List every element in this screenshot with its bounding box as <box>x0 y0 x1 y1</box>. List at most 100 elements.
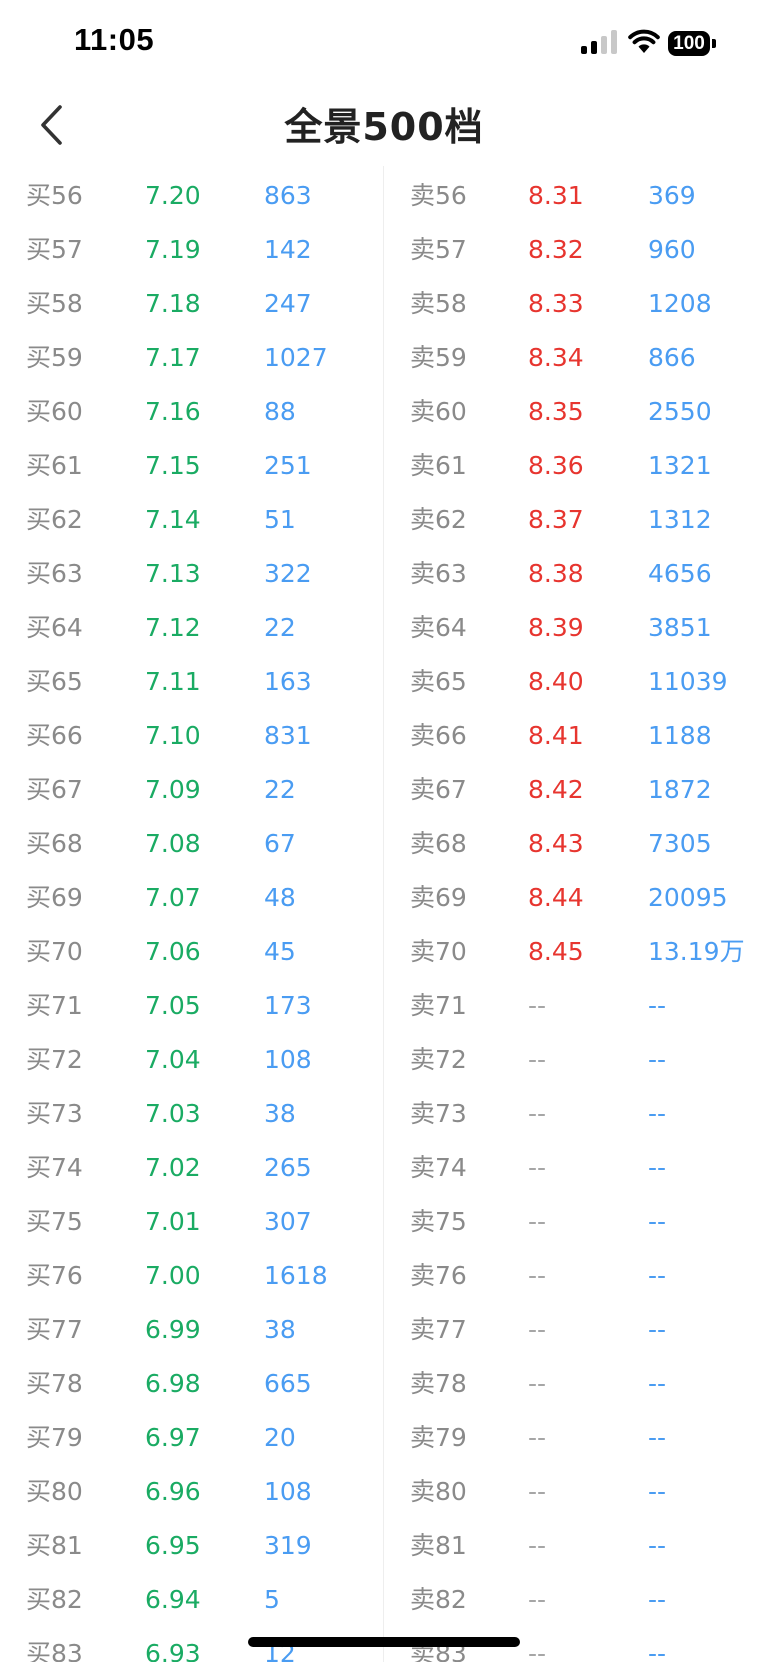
volume-value: 20 <box>264 1423 296 1452</box>
level-label: 买63 <box>26 559 83 588</box>
price-value: -- <box>528 1315 547 1344</box>
level-label: 卖62 <box>410 505 467 534</box>
volume-value: -- <box>648 1315 667 1344</box>
ask-row: 卖69 8.44 20095 <box>384 868 768 922</box>
ask-row: 卖64 8.39 3851 <box>384 598 768 652</box>
level-label: 买70 <box>26 937 83 966</box>
home-indicator[interactable] <box>248 1637 520 1647</box>
bid-row: 买58 7.18 247 <box>0 274 384 328</box>
volume-value: 88 <box>264 397 296 426</box>
price-value: 8.35 <box>528 397 584 426</box>
level-label: 买83 <box>26 1639 83 1662</box>
bid-row: 买57 7.19 142 <box>0 220 384 274</box>
volume-value: 13.19万 <box>648 937 745 966</box>
ask-row: 卖57 8.32 960 <box>384 220 768 274</box>
price-value: 6.93 <box>145 1639 201 1662</box>
volume-value: 142 <box>264 235 312 264</box>
bid-row: 买59 7.17 1027 <box>0 328 384 382</box>
price-value: -- <box>528 1585 547 1614</box>
volume-value: 67 <box>264 829 296 858</box>
bid-row: 买74 7.02 265 <box>0 1138 384 1192</box>
ask-row: 卖68 8.43 7305 <box>384 814 768 868</box>
volume-value: 1027 <box>264 343 328 372</box>
level-label: 卖82 <box>410 1585 467 1614</box>
price-value: 6.96 <box>145 1477 201 1506</box>
price-value: -- <box>528 1369 547 1398</box>
order-book[interactable]: 买56 7.20 863 买57 7.19 142 买58 7.18 247 买59 7.17 102… <box>0 166 768 1662</box>
bid-row: 买66 7.10 831 <box>0 706 384 760</box>
level-label: 卖64 <box>410 613 467 642</box>
ask-row: 卖76 -- -- <box>384 1246 768 1300</box>
level-label: 卖76 <box>410 1261 467 1290</box>
price-value: 8.36 <box>528 451 584 480</box>
level-label: 卖69 <box>410 883 467 912</box>
price-value: 8.42 <box>528 775 584 804</box>
level-label: 买68 <box>26 829 83 858</box>
price-value: 7.00 <box>145 1261 201 1290</box>
price-value: 7.06 <box>145 937 201 966</box>
bid-row: 买78 6.98 665 <box>0 1354 384 1408</box>
volume-value: 45 <box>264 937 296 966</box>
volume-value: -- <box>648 1531 667 1560</box>
battery-level: 100 <box>668 31 710 56</box>
price-value: -- <box>528 1099 547 1128</box>
volume-value: 108 <box>264 1045 312 1074</box>
bid-row: 买65 7.11 163 <box>0 652 384 706</box>
volume-value: 173 <box>264 991 312 1020</box>
level-label: 卖75 <box>410 1207 467 1236</box>
price-value: 8.43 <box>528 829 584 858</box>
price-value: 7.03 <box>145 1099 201 1128</box>
page-title: 全景500档 <box>284 105 484 149</box>
ask-row: 卖75 -- -- <box>384 1192 768 1246</box>
volume-value: 1312 <box>648 505 712 534</box>
level-label: 买57 <box>26 235 83 264</box>
price-value: -- <box>528 991 547 1020</box>
level-label: 买81 <box>26 1531 83 1560</box>
ask-row: 卖73 -- -- <box>384 1084 768 1138</box>
price-value: -- <box>528 1639 547 1662</box>
volume-value: 1321 <box>648 451 712 480</box>
level-label: 买61 <box>26 451 83 480</box>
ask-row: 卖77 -- -- <box>384 1300 768 1354</box>
price-value: 7.18 <box>145 289 201 318</box>
volume-value: -- <box>648 1369 667 1398</box>
price-value: 8.41 <box>528 721 584 750</box>
volume-value: -- <box>648 1045 667 1074</box>
price-value: 7.10 <box>145 721 201 750</box>
price-value: -- <box>528 1477 547 1506</box>
bid-row: 买81 6.95 319 <box>0 1516 384 1570</box>
status-time: 11:05 <box>74 22 155 57</box>
volume-value: 22 <box>264 775 296 804</box>
ask-row: 卖59 8.34 866 <box>384 328 768 382</box>
level-label: 买77 <box>26 1315 83 1344</box>
bid-row: 买79 6.97 20 <box>0 1408 384 1462</box>
level-label: 买66 <box>26 721 83 750</box>
volume-value: 1208 <box>648 289 712 318</box>
volume-value: 163 <box>264 667 312 696</box>
volume-value: -- <box>648 1423 667 1452</box>
price-value: -- <box>528 1045 547 1074</box>
volume-value: -- <box>648 1153 667 1182</box>
volume-value: -- <box>648 1099 667 1128</box>
volume-value: -- <box>648 991 667 1020</box>
volume-value: 960 <box>648 235 696 264</box>
volume-value: 48 <box>264 883 296 912</box>
price-value: 8.34 <box>528 343 584 372</box>
volume-value: 863 <box>264 181 312 210</box>
volume-value: 265 <box>264 1153 312 1182</box>
bid-row: 买64 7.12 22 <box>0 598 384 652</box>
ask-row: 卖66 8.41 1188 <box>384 706 768 760</box>
price-value: -- <box>528 1261 547 1290</box>
price-value: 8.37 <box>528 505 584 534</box>
bid-row: 买63 7.13 322 <box>0 544 384 598</box>
level-label: 买62 <box>26 505 83 534</box>
level-label: 卖58 <box>410 289 467 318</box>
level-label: 买58 <box>26 289 83 318</box>
level-label: 卖80 <box>410 1477 467 1506</box>
volume-value: 108 <box>264 1477 312 1506</box>
price-value: 7.11 <box>145 667 201 696</box>
level-label: 买79 <box>26 1423 83 1452</box>
bid-row: 买70 7.06 45 <box>0 922 384 976</box>
bid-row: 买73 7.03 38 <box>0 1084 384 1138</box>
ask-row: 卖62 8.37 1312 <box>384 490 768 544</box>
